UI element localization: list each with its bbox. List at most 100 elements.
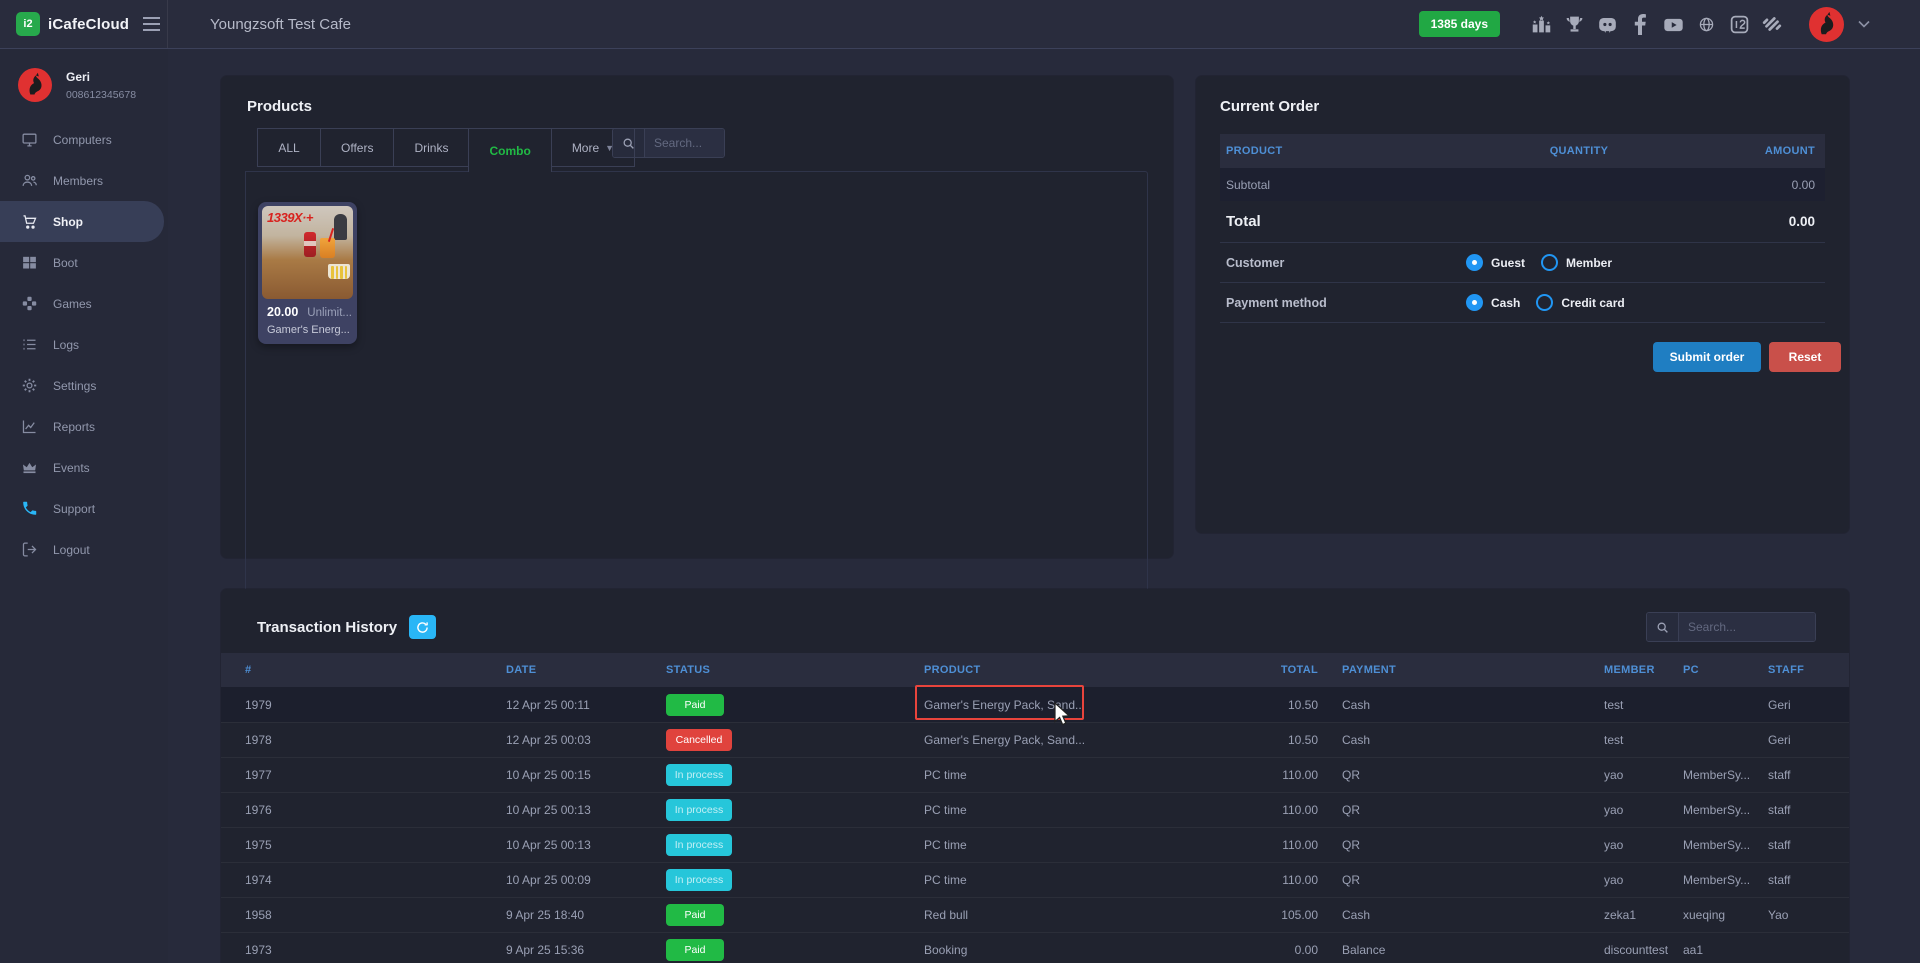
sidebar-item-shop[interactable]: Shop xyxy=(0,201,164,242)
radio-payment-cash[interactable]: Cash xyxy=(1466,294,1520,311)
cafe-name: Youngzsoft Test Cafe xyxy=(210,16,351,33)
license-days-badge[interactable]: 1385 days xyxy=(1419,11,1500,37)
refresh-button[interactable] xyxy=(409,615,436,639)
transaction-row-1978[interactable]: 1978 12 Apr 25 00:03 Cancelled Gamer's E… xyxy=(221,722,1849,757)
product-tag: Unlimit... xyxy=(307,307,352,319)
topbar-icons xyxy=(1530,13,1783,35)
tab-combo[interactable]: Combo xyxy=(468,128,551,172)
submit-order-button[interactable]: Submit order xyxy=(1653,342,1761,372)
brand-logo-icon: i2 xyxy=(16,12,40,36)
order-table-header: PRODUCT QUANTITY AMOUNT xyxy=(1220,134,1825,168)
sidebar-item-logs[interactable]: Logs xyxy=(0,324,168,365)
transaction-history-panel: Transaction History #DATESTATUSPRODUCTTO… xyxy=(221,589,1849,963)
radio-icon xyxy=(1541,254,1558,271)
list-icon xyxy=(21,336,38,353)
chevron-down-icon[interactable] xyxy=(1858,15,1870,33)
sidebar-item-events[interactable]: Events xyxy=(0,447,168,488)
order-subtotal-row: Subtotal 0.00 xyxy=(1220,168,1825,201)
transactions-search xyxy=(1646,612,1816,642)
radio-customer-member[interactable]: Member xyxy=(1541,254,1612,271)
radio-payment-credit-card[interactable]: Credit card xyxy=(1536,294,1624,311)
tab-all[interactable]: ALL xyxy=(257,128,321,167)
phone-icon xyxy=(21,500,38,517)
sidebar-item-reports[interactable]: Reports xyxy=(0,406,168,447)
sidebar-item-boot[interactable]: Boot xyxy=(0,242,168,283)
status-badge: In process xyxy=(666,799,732,821)
transactions-title: Transaction History xyxy=(257,619,397,636)
tab-offers[interactable]: Offers xyxy=(320,128,394,167)
radio-icon xyxy=(1466,254,1483,271)
order-col-amount: AMOUNT xyxy=(1669,145,1819,157)
customer-options: Guest Member xyxy=(1466,254,1819,271)
products-search-input[interactable] xyxy=(645,129,724,157)
discord-icon[interactable] xyxy=(1596,13,1618,35)
topbar-right: 1385 days xyxy=(1419,7,1920,42)
reset-button[interactable]: Reset xyxy=(1769,342,1841,372)
layers-brand-icon[interactable] xyxy=(1761,13,1783,35)
col-header-staff: STAFF xyxy=(1760,664,1825,676)
globe-icon[interactable] xyxy=(1695,13,1717,35)
sidebar-menu: Computers Members Shop Boot Games Logs S… xyxy=(0,119,168,570)
facebook-icon[interactable] xyxy=(1629,13,1651,35)
logout-icon xyxy=(21,541,38,558)
order-total-row: Total 0.00 xyxy=(1220,201,1825,243)
brand-name: iCafeCloud xyxy=(48,16,129,33)
user-phone: 008612345678 xyxy=(66,89,136,101)
user-name: Geri xyxy=(66,70,136,84)
order-col-product: PRODUCT xyxy=(1226,145,1489,157)
chart-icon xyxy=(21,418,38,435)
col-header-: # xyxy=(245,664,498,676)
user-avatar[interactable] xyxy=(1809,7,1844,42)
sidebar-item-settings[interactable]: Settings xyxy=(0,365,168,406)
status-badge: Cancelled xyxy=(666,729,732,751)
col-header-status: STATUS xyxy=(658,664,916,676)
transactions-search-input[interactable] xyxy=(1679,613,1815,641)
customer-label: Customer xyxy=(1226,256,1466,270)
search-icon xyxy=(1647,613,1679,641)
col-header-product: PRODUCT xyxy=(916,664,1236,676)
gear-icon xyxy=(21,377,38,394)
transaction-row-1974[interactable]: 1974 10 Apr 25 00:09 In process PC time … xyxy=(221,862,1849,897)
sidebar-user[interactable]: Geri 008612345678 xyxy=(0,49,168,102)
col-header-member: MEMBER xyxy=(1596,664,1675,676)
topbar: i2 iCafeCloud Youngzsoft Test Cafe 1385 … xyxy=(0,0,1920,49)
transaction-row-1975[interactable]: 1975 10 Apr 25 00:13 In process PC time … xyxy=(221,827,1849,862)
radio-icon xyxy=(1536,294,1553,311)
payment-method-row: Payment method Cash Credit card xyxy=(1220,283,1825,323)
icafe-logo-icon[interactable] xyxy=(1728,13,1750,35)
sidebar-item-computers[interactable]: Computers xyxy=(0,119,168,160)
status-badge: Paid xyxy=(666,694,724,716)
gamepad-icon xyxy=(21,295,38,312)
subtotal-label: Subtotal xyxy=(1226,178,1270,192)
transaction-row-1976[interactable]: 1976 10 Apr 25 00:13 In process PC time … xyxy=(221,792,1849,827)
col-header-payment: PAYMENT xyxy=(1334,664,1596,676)
product-card[interactable]: 1339X·+ 20.00 Unlimit... Gamer's Energ..… xyxy=(258,202,357,344)
ranking-icon[interactable] xyxy=(1530,13,1552,35)
trophy-icon[interactable] xyxy=(1563,13,1585,35)
payment-options: Cash Credit card xyxy=(1466,294,1819,311)
status-badge: In process xyxy=(666,869,732,891)
tab-drinks[interactable]: Drinks xyxy=(393,128,469,167)
product-image: 1339X·+ xyxy=(262,206,353,299)
col-header-total: TOTAL xyxy=(1236,664,1334,676)
users-icon xyxy=(21,172,38,189)
hamburger-menu-icon[interactable] xyxy=(126,0,176,48)
sidebar-item-support[interactable]: Support xyxy=(0,488,168,529)
sidebar-item-games[interactable]: Games xyxy=(0,283,168,324)
sidebar-item-logout[interactable]: Logout xyxy=(0,529,168,570)
transaction-row-1958[interactable]: 1958 9 Apr 25 18:40 Paid Red bull 105.00… xyxy=(221,897,1849,932)
payment-method-label: Payment method xyxy=(1226,296,1466,310)
cart-icon xyxy=(21,213,38,230)
youtube-icon[interactable] xyxy=(1662,13,1684,35)
transaction-row-1977[interactable]: 1977 10 Apr 25 00:15 In process PC time … xyxy=(221,757,1849,792)
transaction-row-1973[interactable]: 1973 9 Apr 25 15:36 Paid Booking 0.00 Ba… xyxy=(221,932,1849,963)
transaction-row-1979[interactable]: 1979 12 Apr 25 00:11 Paid Gamer's Energy… xyxy=(221,687,1849,722)
monitor-icon xyxy=(21,131,38,148)
sidebar-item-members[interactable]: Members xyxy=(0,160,168,201)
tab-more[interactable]: More ▼ xyxy=(551,128,635,167)
order-col-quantity: QUANTITY xyxy=(1489,145,1669,157)
radio-icon xyxy=(1466,294,1483,311)
col-header-date: DATE xyxy=(498,664,658,676)
total-label: Total xyxy=(1226,213,1261,230)
radio-customer-guest[interactable]: Guest xyxy=(1466,254,1525,271)
